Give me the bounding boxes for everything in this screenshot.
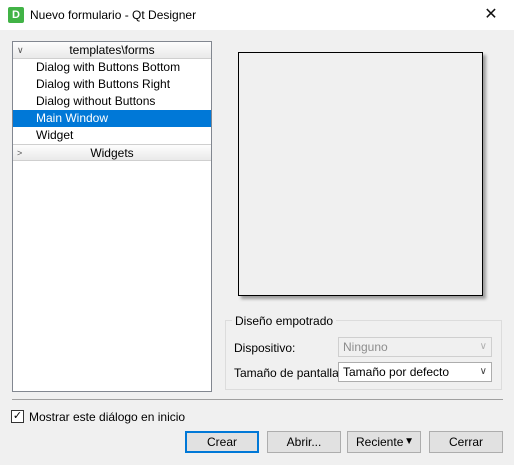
device-label: Dispositivo: <box>234 341 296 355</box>
tree-category-templates[interactable]: ∨ templates\forms <box>13 42 211 59</box>
window-title: Nuevo formulario - Qt Designer <box>30 8 197 22</box>
close-button[interactable]: Cerrar <box>429 431 503 453</box>
divider <box>12 399 503 400</box>
device-select-value: Ninguno <box>343 340 388 354</box>
dropdown-arrow-icon: ▼ <box>404 436 414 447</box>
tree-item-dialog-buttons-bottom[interactable]: Dialog with Buttons Bottom <box>13 59 211 76</box>
chevron-down-icon: ∨ <box>479 366 487 377</box>
recent-button-label: Reciente <box>356 435 404 449</box>
close-window-icon[interactable]: ✕ <box>468 0 514 30</box>
form-preview <box>238 52 483 296</box>
screen-size-select-value: Tamaño por defecto <box>343 365 450 379</box>
screen-size-label: Tamaño de pantalla: <box>234 366 343 380</box>
device-select: Ninguno ∨ <box>338 337 492 357</box>
tree-item-main-window[interactable]: Main Window <box>13 110 211 127</box>
embedded-design-title: Diseño empotrado <box>232 314 337 328</box>
template-tree[interactable]: ∨ templates\forms Dialog with Buttons Bo… <box>12 41 212 392</box>
recent-button[interactable]: Reciente ▼ <box>347 431 421 453</box>
show-on-startup-checkbox[interactable]: ✓ <box>11 410 24 423</box>
tree-item-dialog-buttons-right[interactable]: Dialog with Buttons Right <box>13 76 211 93</box>
screen-size-select[interactable]: Tamaño por defecto ∨ <box>338 362 492 382</box>
title-bar: D Nuevo formulario - Qt Designer ✕ <box>0 0 514 30</box>
tree-item-dialog-without-buttons[interactable]: Dialog without Buttons <box>13 93 211 110</box>
tree-category-label: templates\forms <box>69 43 155 57</box>
tree-category-widgets[interactable]: > Widgets <box>13 144 211 161</box>
tree-item-widget[interactable]: Widget <box>13 127 211 144</box>
chevron-down-icon[interactable]: ∨ <box>17 42 24 58</box>
show-on-startup-label[interactable]: Mostrar este diálogo en inicio <box>29 410 185 424</box>
qt-designer-app-icon: D <box>8 7 24 23</box>
chevron-right-icon[interactable]: > <box>17 145 22 161</box>
create-button[interactable]: Crear <box>185 431 259 453</box>
chevron-down-icon: ∨ <box>479 341 487 352</box>
open-button[interactable]: Abrir... <box>267 431 341 453</box>
tree-category-label: Widgets <box>90 146 134 160</box>
